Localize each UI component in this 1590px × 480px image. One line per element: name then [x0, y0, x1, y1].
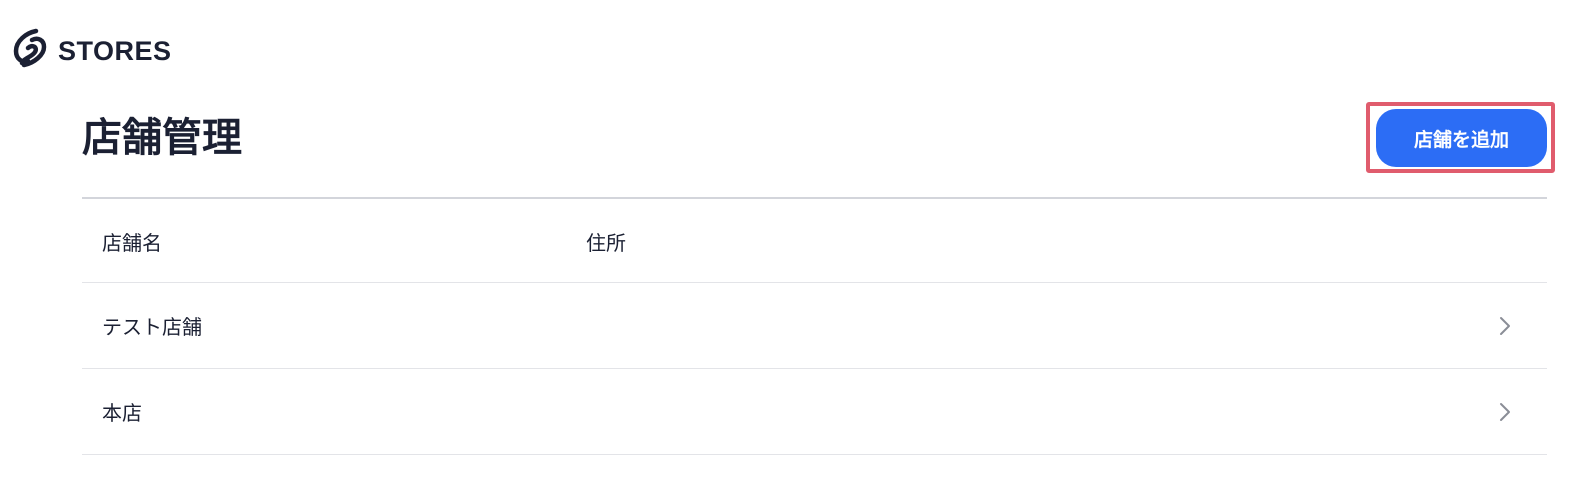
- stores-logo-icon: [13, 28, 47, 68]
- table-header-row: 店舗名 住所: [82, 197, 1547, 283]
- chevron-right-icon: [1500, 317, 1510, 335]
- column-header-address: 住所: [586, 231, 626, 255]
- store-name: テスト店舗: [102, 315, 202, 339]
- stores-logo[interactable]: STORES: [10, 27, 172, 75]
- page-title: 店舗管理: [82, 115, 242, 161]
- add-store-button[interactable]: 店舗を追加: [1376, 109, 1547, 167]
- table-row[interactable]: 本店: [82, 369, 1547, 455]
- table-row[interactable]: テスト店舗: [82, 283, 1547, 369]
- stores-table: 店舗名 住所 テスト店舗 本店: [82, 197, 1547, 455]
- logo-text: STORES: [58, 35, 172, 66]
- store-name: 本店: [102, 401, 142, 425]
- chevron-right-icon: [1500, 403, 1510, 421]
- column-header-store-name: 店舗名: [102, 231, 162, 255]
